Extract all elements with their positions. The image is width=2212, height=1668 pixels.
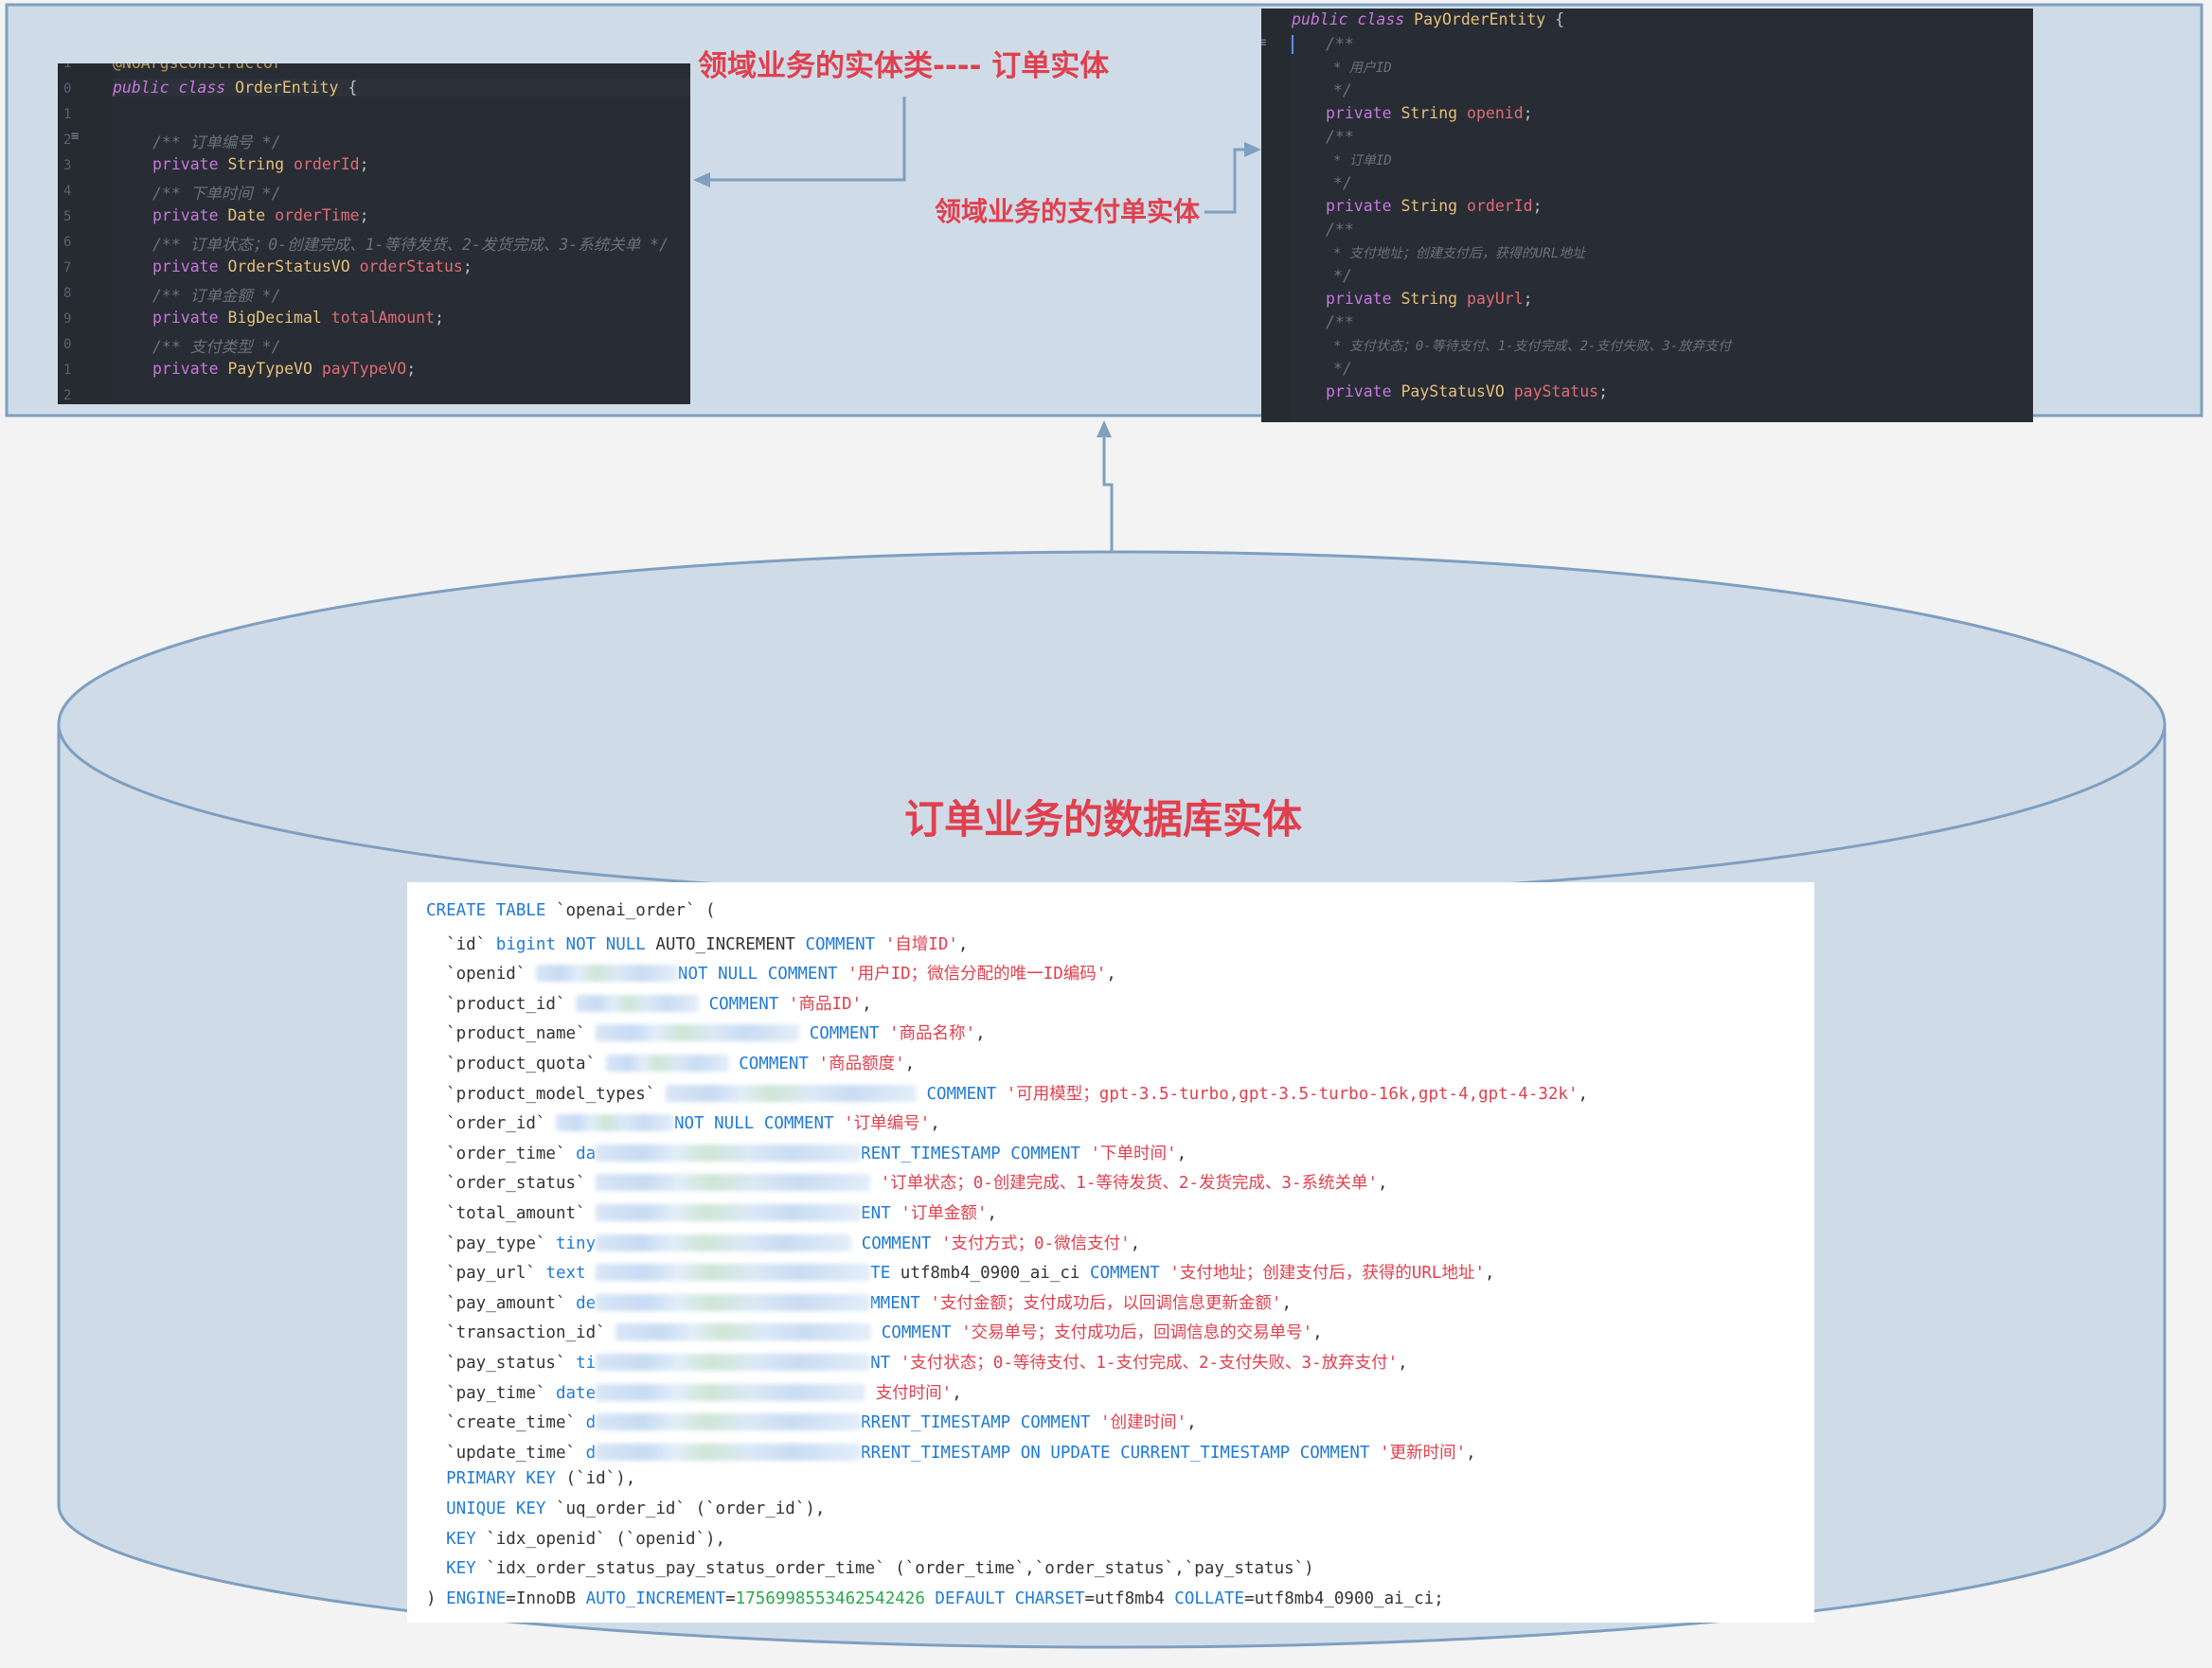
text-caret <box>1292 35 1293 54</box>
redacted-blur <box>596 1383 866 1401</box>
redacted-blur <box>596 1144 862 1162</box>
field-comment: * 订单ID <box>1333 153 1392 169</box>
doc-open: /** <box>1326 313 1354 331</box>
sql-line: `transaction_id` COMMENT '交易单号；支付成功后，回调信… <box>446 1323 1323 1343</box>
line-number: 5 <box>63 209 72 224</box>
sql-line: `pay_url` text TE utf8mb4_0900_ai_ci COM… <box>446 1264 1495 1284</box>
sql-line: CREATE TABLE `openai_order` ( <box>426 901 716 920</box>
sql-ddl-panel: CREATE TABLE `openai_order` ( `id` bigin… <box>407 882 1814 1623</box>
sql-line: `product_model_types` COMMENT '可用模型；gpt-… <box>446 1084 1589 1104</box>
field-comment: /** 订单金额 */ <box>152 287 281 305</box>
class-declaration: public class OrderEntity { <box>113 79 690 97</box>
line-gutter: ≡ <box>1261 9 1290 422</box>
redacted-blur <box>596 1233 852 1251</box>
redacted-blur <box>596 1443 862 1461</box>
sql-line: KEY `idx_openid` (`openid`), <box>446 1529 726 1549</box>
line-number: 6 <box>63 235 72 250</box>
field-declaration: private String payUrl; <box>1326 290 1533 308</box>
field-comment: * 支付地址；创建支付后，获得的URL地址 <box>1333 246 1586 261</box>
sql-line: `create_time` d RRENT_TIMESTAMP COMMENT '… <box>446 1413 1197 1433</box>
redacted-blur <box>596 1264 871 1282</box>
arrowhead-db-to-domain <box>1097 420 1112 437</box>
sql-line: `total_amount` ENT '订单金额', <box>446 1204 997 1223</box>
field-declaration: private PayStatusVO payStatus; <box>1326 382 1609 400</box>
sql-line: `order_status` '订单状态；0-创建完成、1-等待发货、2-发货完… <box>446 1174 1388 1194</box>
line-number: 0 <box>63 81 72 97</box>
redacted-blur <box>596 1174 871 1192</box>
class-declaration: public class PayOrderEntity { <box>1292 10 1565 28</box>
sql-line: ) ENGINE=InnoDB AUTO_INCREMENT=175699855… <box>426 1588 1444 1608</box>
sql-line: `pay_amount` de MMENT '支付金额；支付成功后，以回调信息更新… <box>446 1293 1292 1313</box>
doc-open: /** <box>1326 35 1354 53</box>
line-number: 2 <box>63 388 72 403</box>
doc-open: /** <box>1326 221 1354 239</box>
doc-close: */ <box>1333 81 1352 99</box>
doc-open: /** <box>1326 128 1354 146</box>
redacted-blur <box>596 1204 862 1221</box>
sql-line: `id` bigint NOT NULL AUTO_INCREMENT COMM… <box>446 934 969 954</box>
line-number: 3 <box>63 158 72 173</box>
order-entity-code: 1 0 1 2 3 4 5 6 7 8 9 0 1 2 ≡ @NoArgsCon… <box>58 63 690 404</box>
line-number: 1 <box>63 107 72 122</box>
redacted-blur <box>596 1413 862 1431</box>
field-comment: * 支付状态；0-等待支付、1-支付完成、2-支付失败、3-放弃支付 <box>1333 339 1732 354</box>
sql-line: `product_quota` COMMENT '商品额度', <box>446 1055 916 1074</box>
field-comment: /** 下单时间 */ <box>152 185 281 203</box>
field-declaration: private String openid; <box>1326 104 1533 122</box>
domain-entity-label: 领域业务的实体类---- 订单实体 <box>698 49 1110 83</box>
redacted-blur <box>555 1114 674 1132</box>
field-comment: /** 订单编号 */ <box>152 133 281 151</box>
line-number: 1 <box>63 363 72 378</box>
fold-gutter-icon[interactable]: ≡ <box>71 129 79 144</box>
redacted-blur <box>596 1293 871 1311</box>
redacted-blur <box>615 1323 872 1341</box>
sql-line: `order_id` NOT NULL COMMENT '订单编号', <box>446 1114 940 1134</box>
connector-db-to-domain <box>1102 431 1114 552</box>
line-gutter: 1 0 1 2 3 4 5 6 7 8 9 0 1 2 ≡ <box>58 63 113 404</box>
sql-line: `product_name` COMMENT '商品名称', <box>446 1024 986 1044</box>
line-number: 0 <box>63 337 72 352</box>
fold-gutter-icon[interactable]: ≡ <box>1261 35 1266 50</box>
line-number: 4 <box>63 184 72 199</box>
redacted-blur <box>596 1354 871 1371</box>
sql-line: `product_id` COMMENT '商品ID', <box>446 994 872 1014</box>
line-number: 8 <box>63 286 72 301</box>
sql-line: UNIQUE KEY `uq_order_id` (`order_id`), <box>446 1499 826 1518</box>
sql-line: `pay_type` tiny COMMENT '支付方式；0-微信支付', <box>446 1233 1141 1253</box>
sql-line: PRIMARY KEY (`id`), <box>446 1469 636 1489</box>
field-comment: /** 支付类型 */ <box>152 338 281 356</box>
field-declaration: private BigDecimal totalAmount; <box>152 309 444 327</box>
sql-line: KEY `idx_order_status_pay_status_order_t… <box>446 1559 1314 1579</box>
line-number: 7 <box>63 260 72 275</box>
doc-close: */ <box>1333 360 1352 378</box>
sql-line: `openid` NOT NULL COMMENT '用户ID；微信分配的唯一I… <box>446 965 1116 985</box>
field-declaration: private PayTypeVO payTypeVO; <box>152 360 417 378</box>
pay-entity-label: 领域业务的支付单实体 <box>935 196 1201 227</box>
sql-line: `update_time` d RRENT_TIMESTAMP ON UPDATE… <box>446 1443 1476 1463</box>
sql-line: `pay_time` date 支付时间', <box>446 1383 962 1403</box>
annotation-line: @NoArgsConstructor <box>113 63 282 72</box>
redacted-blur <box>535 965 678 983</box>
doc-close: */ <box>1333 174 1352 192</box>
line-number: 1 <box>63 63 72 71</box>
pay-entity-code: ≡ public class PayOrderEntity { /** * 用户… <box>1261 9 2033 422</box>
line-number: 9 <box>63 311 72 327</box>
field-comment: * 用户ID <box>1333 61 1392 76</box>
field-declaration: private String orderId; <box>152 155 369 173</box>
field-declaration: private Date orderTime; <box>152 206 369 224</box>
redacted-blur <box>576 994 700 1012</box>
redacted-blur <box>605 1055 729 1072</box>
redacted-blur <box>596 1024 800 1042</box>
field-comment: /** 订单状态；0-创建完成、1-等待发货、2-发货完成、3-系统关单 */ <box>152 236 669 254</box>
redacted-blur <box>665 1084 917 1102</box>
sql-line: `pay_status` ti NT '支付状态；0-等待支付、1-支付完成、2-… <box>446 1354 1408 1373</box>
field-declaration: private String orderId; <box>1326 197 1543 215</box>
sql-line: `order_time` da RENT_TIMESTAMP COMMENT '下… <box>446 1144 1187 1163</box>
doc-close: */ <box>1333 267 1352 285</box>
field-declaration: private OrderStatusVO orderStatus; <box>152 257 473 275</box>
db-entity-label: 订单业务的数据库实体 <box>904 796 1303 843</box>
